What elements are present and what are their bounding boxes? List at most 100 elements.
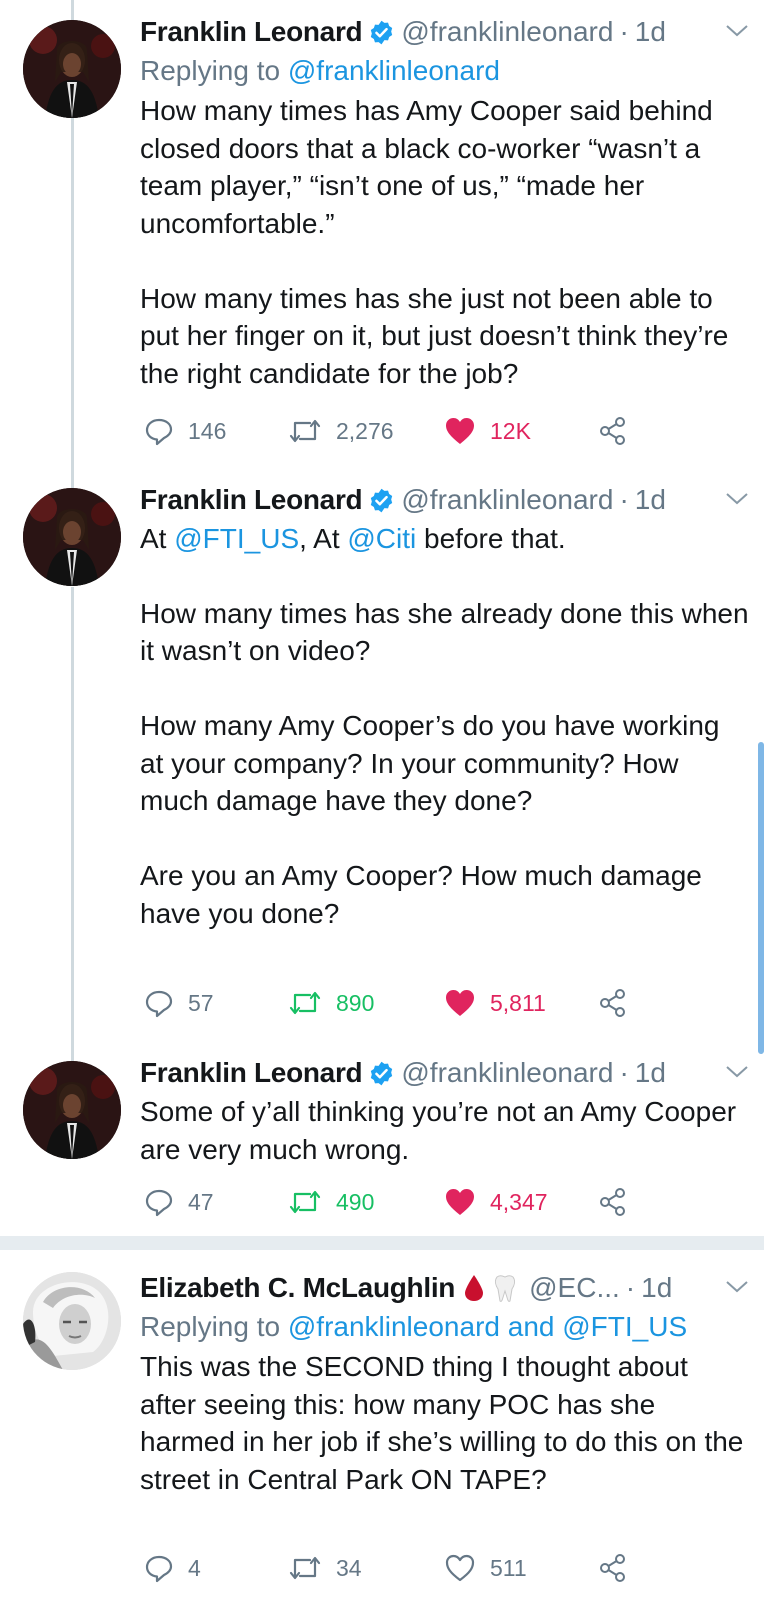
tweet-actions: 47 490 4,347 [140,1182,640,1222]
retweet-count: 490 [336,1188,375,1215]
reply-icon [145,1555,173,1583]
share-icon [600,417,625,445]
chevron-down-icon[interactable] [724,20,750,42]
tweet[interactable]: Franklin Leonard @franklinleonard · 1d R… [0,0,764,470]
reply-button[interactable]: 47 [144,1182,214,1222]
verified-badge-icon [371,20,393,44]
tweet[interactable]: Franklin Leonard @franklinleonard · 1d S… [0,1043,764,1236]
replying-to: Replying to @franklinleonard and @FTI_US [140,1308,750,1346]
heart-filled-icon [446,418,474,444]
retweet-button[interactable]: 34 [288,1548,362,1588]
heart-outline-icon [445,1554,475,1582]
conversation-separator [0,1236,764,1250]
tooth-icon [495,1275,516,1302]
like-button[interactable]: 4,347 [444,1182,548,1222]
timestamp[interactable]: 1d [635,16,666,48]
tweet-text: How many times has Amy Cooper said behin… [140,95,729,389]
avatar[interactable] [23,1272,121,1370]
reply-button[interactable]: 146 [144,411,226,451]
retweet-button[interactable]: 490 [288,1182,374,1222]
like-button[interactable]: 511 [444,1548,527,1588]
verified-badge-icon [371,488,393,512]
reply-icon [145,1189,173,1217]
share-button[interactable] [598,983,642,1023]
tweet-header: Franklin Leonard @franklinleonard · 1d [140,480,750,520]
retweet-icon [289,1190,321,1214]
reply-button[interactable]: 57 [144,983,214,1023]
tweet-text: This was the SECOND thing I thought abou… [140,1351,752,1495]
user-handle[interactable]: @franklinleonard [401,16,613,48]
user-handle[interactable]: @EC... [529,1272,620,1304]
separator-dot: · [619,484,629,515]
retweet-button[interactable]: 890 [288,983,374,1023]
tweet-header: Elizabeth C. McLaughlin @EC... · 1d [140,1268,750,1308]
mention-link[interactable]: @FTI_US [174,523,299,554]
heart-filled-icon [446,1189,474,1215]
mention-link[interactable]: @Citi [347,523,416,554]
separator-dot: · [625,1272,636,1303]
reply-icon [145,418,173,446]
separator-dot: · [619,1057,629,1088]
chevron-down-icon[interactable] [724,1276,750,1298]
reply-button[interactable]: 4 [144,1548,201,1588]
tweet-header: Franklin Leonard @franklinleonard · 1d [140,12,750,52]
share-icon [600,1188,625,1216]
reply-count: 57 [188,989,214,1016]
timestamp[interactable]: 1d [641,1272,672,1304]
tweet-text: How many times has she already done this… [140,597,749,929]
retweet-count: 890 [336,989,375,1016]
share-icon [600,989,625,1017]
like-button[interactable]: 12K [444,411,531,451]
chevron-down-icon[interactable] [724,1061,750,1083]
share-button[interactable] [598,1548,642,1588]
replying-to-link[interactable]: @franklinleonard [288,55,500,86]
tweet-text: Some of y’all thinking you’re not an Amy… [140,1096,744,1165]
replying-to-label: Replying to [140,1311,281,1342]
timestamp[interactable]: 1d [635,1057,666,1089]
like-count: 5,811 [490,989,546,1016]
replying-to-label: Replying to [140,55,281,86]
display-name[interactable]: Franklin Leonard [140,16,363,48]
avatar[interactable] [23,488,121,586]
like-count: 4,347 [490,1188,548,1215]
like-button[interactable]: 5,811 [444,983,546,1023]
avatar[interactable] [23,20,121,118]
user-handle[interactable]: @franklinleonard [401,1057,613,1089]
tweet-header: Franklin Leonard @franklinleonard · 1d [140,1053,750,1093]
user-handle[interactable]: @franklinleonard [401,484,613,516]
retweet-count: 34 [336,1554,362,1581]
chevron-down-icon[interactable] [724,488,750,510]
tweet-actions: 4 34 511 [140,1548,640,1588]
reply-count: 146 [188,417,227,444]
verified-badge-icon [371,1061,393,1085]
blood-drop-icon [465,1275,484,1301]
reply-icon [145,990,173,1018]
share-button[interactable] [598,1182,642,1222]
like-count: 511 [490,1554,527,1581]
retweet-icon [289,991,321,1015]
timestamp[interactable]: 1d [635,484,666,516]
replying-to: Replying to @franklinleonard [140,52,750,90]
retweet-icon [289,419,321,443]
avatar[interactable] [23,1061,121,1159]
separator-dot: · [619,16,629,47]
reply-count: 4 [188,1554,201,1581]
retweet-button[interactable]: 2,276 [288,411,394,451]
tweet-actions: 146 2,276 12K [140,411,640,451]
tweet[interactable]: Franklin Leonard @franklinleonard · 1d A… [0,470,764,1040]
retweet-count: 2,276 [336,417,394,444]
display-name[interactable]: Franklin Leonard [140,484,363,516]
tweet-text-first-line: At @FTI_US, At @Citi before that. [140,523,566,554]
retweet-icon [289,1556,321,1580]
tweet-actions: 57 890 5,811 [140,983,640,1023]
display-name[interactable]: Elizabeth C. McLaughlin [140,1272,455,1304]
reply-count: 47 [188,1188,214,1215]
replying-to-link[interactable]: @franklinleonard and @FTI_US [288,1311,687,1342]
scrollbar[interactable] [758,742,764,1054]
share-button[interactable] [598,411,642,451]
tweet[interactable]: Elizabeth C. McLaughlin @EC... · 1d Repl… [0,1250,764,1600]
display-name[interactable]: Franklin Leonard [140,1057,363,1089]
share-icon [600,1554,625,1582]
like-count: 12K [490,417,531,444]
heart-filled-icon [446,990,474,1016]
